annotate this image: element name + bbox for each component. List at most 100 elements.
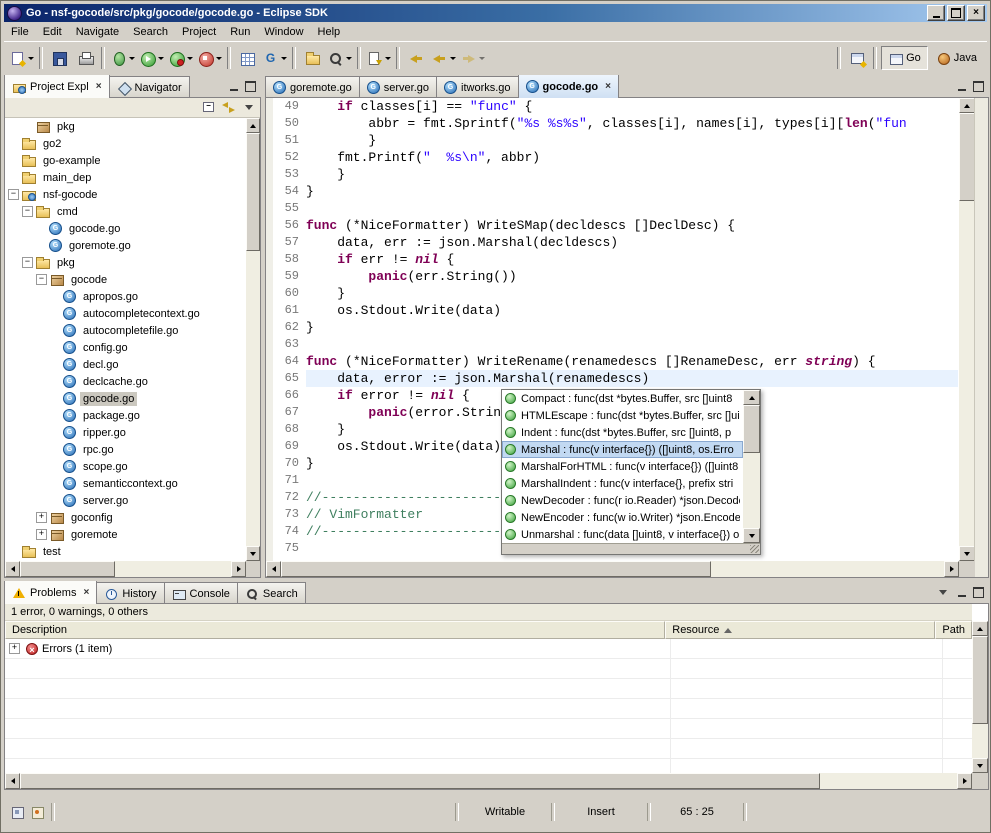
perspective-button-go[interactable]: Go bbox=[881, 46, 928, 70]
line-number[interactable]: 49 bbox=[273, 98, 306, 115]
tree-item-main-dep[interactable]: main_dep bbox=[5, 169, 246, 186]
scroll-thumb[interactable] bbox=[743, 405, 760, 453]
scroll-left-button[interactable] bbox=[5, 773, 20, 789]
code-line-54[interactable]: 54} bbox=[273, 183, 958, 200]
scroll-up-button[interactable] bbox=[959, 98, 975, 113]
tree-item-gocode-go[interactable]: gocode.go bbox=[5, 390, 246, 407]
line-number[interactable]: 75 bbox=[273, 540, 306, 557]
scroll-down-button[interactable] bbox=[972, 758, 988, 773]
scroll-down-button[interactable] bbox=[959, 546, 975, 561]
title-bar[interactable]: Go - nsf-gocode/src/pkg/gocode/gocode.go… bbox=[4, 4, 987, 22]
scroll-down-button[interactable] bbox=[743, 528, 760, 543]
minimize-view-button[interactable] bbox=[954, 79, 969, 94]
tree-item-decl-go[interactable]: decl.go bbox=[5, 356, 246, 373]
go-table-button[interactable] bbox=[234, 46, 260, 70]
scroll-thumb[interactable] bbox=[281, 561, 711, 577]
line-number[interactable]: 64 bbox=[273, 353, 306, 370]
tree-item-cmd[interactable]: −cmd bbox=[5, 203, 246, 220]
scroll-up-button[interactable] bbox=[972, 621, 988, 636]
window-close-button[interactable]: × bbox=[967, 5, 985, 21]
tree-item-config-go[interactable]: config.go bbox=[5, 339, 246, 356]
tab-project-expl[interactable]: Project Expl× bbox=[4, 75, 110, 98]
line-number[interactable]: 71 bbox=[273, 472, 306, 489]
code-line-60[interactable]: 60 } bbox=[273, 285, 958, 302]
completion-item[interactable]: Unmarshal : func(data []uint8, v interfa… bbox=[502, 526, 743, 543]
line-number[interactable]: 57 bbox=[273, 234, 306, 251]
back-button[interactable] bbox=[429, 46, 458, 70]
problems-horizontal-scrollbar[interactable] bbox=[5, 773, 972, 789]
tree-item-declcache-go[interactable]: declcache.go bbox=[5, 373, 246, 390]
open-resource-button[interactable] bbox=[299, 46, 325, 70]
code-line-49[interactable]: 49 if classes[i] == "func" { bbox=[273, 98, 958, 115]
completion-item[interactable]: Indent : func(dst *bytes.Buffer, src []u… bbox=[502, 424, 743, 441]
line-number[interactable]: 55 bbox=[273, 200, 306, 217]
editor-horizontal-scrollbar[interactable] bbox=[266, 561, 959, 577]
code-line-51[interactable]: 51 } bbox=[273, 132, 958, 149]
window-maximize-button[interactable] bbox=[947, 5, 965, 21]
collapse-all-button[interactable] bbox=[201, 100, 218, 115]
line-number[interactable]: 60 bbox=[273, 285, 306, 302]
content-assist-list[interactable]: Compact : func(dst *bytes.Buffer, src []… bbox=[502, 390, 743, 543]
expand-expander-icon[interactable]: + bbox=[9, 643, 20, 654]
overview-ruler[interactable] bbox=[974, 98, 988, 577]
scroll-right-button[interactable] bbox=[944, 561, 959, 577]
column-header-description[interactable]: Description bbox=[5, 621, 665, 639]
line-number[interactable]: 66 bbox=[273, 387, 306, 404]
line-number[interactable]: 51 bbox=[273, 132, 306, 149]
search-button[interactable] bbox=[325, 46, 354, 70]
code-line-61[interactable]: 61 os.Stdout.Write(data) bbox=[273, 302, 958, 319]
line-number[interactable]: 65 bbox=[273, 370, 306, 387]
problems-row[interactable]: +×Errors (1 item) bbox=[5, 639, 972, 659]
minimize-view-button[interactable] bbox=[226, 79, 241, 94]
line-number[interactable]: 67 bbox=[273, 404, 306, 421]
expand-expander-icon[interactable]: + bbox=[36, 529, 47, 540]
line-number[interactable]: 61 bbox=[273, 302, 306, 319]
code-line-55[interactable]: 55 bbox=[273, 200, 958, 217]
fast-view-icon[interactable] bbox=[9, 804, 25, 820]
completion-item[interactable]: MarshalForHTML : func(v interface{}) ([]… bbox=[502, 458, 743, 475]
tree-item-scope-go[interactable]: scope.go bbox=[5, 458, 246, 475]
next-annotation-button[interactable] bbox=[364, 46, 393, 70]
link-with-editor-button[interactable] bbox=[221, 100, 238, 115]
scroll-right-button[interactable] bbox=[231, 561, 246, 577]
tree-item-server-go[interactable]: server.go bbox=[5, 492, 246, 509]
line-number[interactable]: 63 bbox=[273, 336, 306, 353]
menu-window[interactable]: Window bbox=[257, 23, 310, 41]
tree-item-ripper-go[interactable]: ripper.go bbox=[5, 424, 246, 441]
tree-item-apropos-go[interactable]: apropos.go bbox=[5, 288, 246, 305]
popup-vertical-scrollbar[interactable] bbox=[743, 390, 760, 543]
external-tools-button[interactable] bbox=[195, 46, 224, 70]
editor-state-icon[interactable] bbox=[29, 804, 45, 820]
tree-vertical-scrollbar[interactable] bbox=[246, 118, 260, 561]
scroll-thumb[interactable] bbox=[20, 773, 820, 789]
open-perspective-button[interactable] bbox=[844, 46, 870, 70]
line-number[interactable]: 69 bbox=[273, 438, 306, 455]
tree-item-autocompletefile-go[interactable]: autocompletefile.go bbox=[5, 322, 246, 339]
completion-item[interactable]: Compact : func(dst *bytes.Buffer, src []… bbox=[502, 390, 743, 407]
forward-button[interactable] bbox=[458, 46, 487, 70]
line-number[interactable]: 50 bbox=[273, 115, 306, 132]
completion-item[interactable]: NewEncoder : func(w io.Writer) *json.Enc… bbox=[502, 509, 743, 526]
scroll-down-button[interactable] bbox=[246, 546, 260, 561]
problems-table-body[interactable]: +×Errors (1 item) bbox=[5, 639, 972, 773]
line-number[interactable]: 59 bbox=[273, 268, 306, 285]
last-edit-button[interactable] bbox=[403, 46, 429, 70]
collapse-expander-icon[interactable]: − bbox=[22, 257, 33, 268]
run-button[interactable] bbox=[137, 46, 166, 70]
debug-button[interactable] bbox=[108, 46, 137, 70]
tree-item-rpc-go[interactable]: rpc.go bbox=[5, 441, 246, 458]
tree-item-go2[interactable]: go2 bbox=[5, 135, 246, 152]
tree-item-goremote-go[interactable]: goremote.go bbox=[5, 237, 246, 254]
column-header-resource[interactable]: Resource bbox=[665, 621, 935, 639]
collapse-expander-icon[interactable]: − bbox=[36, 274, 47, 285]
scroll-thumb[interactable] bbox=[246, 133, 260, 251]
line-number[interactable]: 53 bbox=[273, 166, 306, 183]
perspective-button-java[interactable]: Java bbox=[930, 47, 983, 69]
save-button[interactable] bbox=[46, 46, 72, 70]
tab-gocode-go[interactable]: gocode.go× bbox=[518, 75, 619, 98]
tab-search[interactable]: Search bbox=[237, 582, 306, 604]
code-line-63[interactable]: 63 bbox=[273, 336, 958, 353]
tab-server-go[interactable]: server.go bbox=[359, 76, 437, 98]
scroll-up-button[interactable] bbox=[246, 118, 260, 133]
window-minimize-button[interactable] bbox=[927, 5, 945, 21]
